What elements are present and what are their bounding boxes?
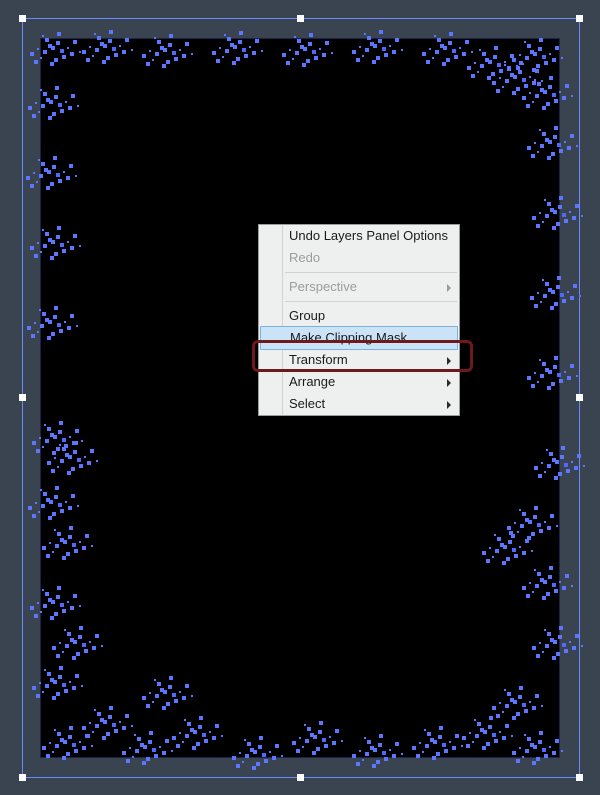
- redo-item: Redo: [259, 247, 459, 269]
- select-item[interactable]: Select: [259, 393, 459, 415]
- anchor-points-icon: [552, 458, 556, 462]
- menu-item-label: Arrange: [289, 374, 335, 389]
- submenu-arrow-icon: [447, 284, 451, 292]
- anchor-points-icon: [530, 50, 534, 54]
- submenu-arrow-icon: [447, 357, 451, 365]
- anchor-points-icon: [48, 44, 52, 48]
- anchor-points-icon: [250, 748, 254, 752]
- menu-item-label: Transform: [289, 352, 348, 367]
- selection-handle-right[interactable]: [576, 394, 583, 401]
- selection-handle-left[interactable]: [19, 394, 26, 401]
- make-clipping-mask-item[interactable]: Make Clipping Mask: [260, 326, 458, 350]
- anchor-points-icon: [525, 518, 529, 522]
- selection-handle-bottom[interactable]: [297, 774, 304, 781]
- anchor-points-icon: [140, 743, 144, 747]
- anchor-points-icon: [510, 698, 514, 702]
- menu-item-label: Make Clipping Mask: [290, 330, 407, 345]
- anchor-points-icon: [190, 728, 194, 732]
- anchor-points-icon: [160, 46, 164, 50]
- anchor-points-icon: [50, 433, 54, 437]
- context-menu-separator: [285, 301, 457, 302]
- selection-handle-bottom-right[interactable]: [576, 774, 583, 781]
- context-menu-separator: [285, 272, 457, 273]
- anchor-points-icon: [548, 288, 552, 292]
- anchor-points-icon: [46, 98, 50, 102]
- submenu-arrow-icon: [447, 379, 451, 387]
- anchor-points-icon: [510, 73, 514, 77]
- anchor-points-icon: [160, 688, 164, 692]
- undo-item[interactable]: Undo Layers Panel Options: [259, 225, 459, 247]
- anchor-points-icon: [45, 318, 49, 322]
- anchor-points-icon: [60, 538, 64, 542]
- anchor-points-icon: [50, 678, 54, 682]
- anchor-points-icon: [485, 58, 489, 62]
- anchor-points-icon: [100, 718, 104, 722]
- anchor-points-icon: [550, 638, 554, 642]
- anchor-points-icon: [440, 44, 444, 48]
- menu-item-label: Redo: [289, 250, 320, 265]
- submenu-arrow-icon: [447, 401, 451, 409]
- anchor-points-icon: [550, 208, 554, 212]
- anchor-points-icon: [60, 738, 64, 742]
- anchor-points-icon: [48, 598, 52, 602]
- anchor-points-icon: [65, 453, 69, 457]
- anchor-points-icon: [100, 42, 104, 46]
- anchor-points-icon: [46, 498, 50, 502]
- anchor-points-icon: [370, 42, 374, 46]
- anchor-points-icon: [530, 743, 534, 747]
- canvas-stage[interactable]: Undo Layers Panel Options Redo Perspecti…: [0, 0, 600, 795]
- anchor-points-icon: [44, 168, 48, 172]
- anchor-points-icon: [70, 638, 74, 642]
- anchor-points-icon: [370, 746, 374, 750]
- transform-item[interactable]: Transform: [259, 349, 459, 371]
- anchor-points-icon: [500, 543, 504, 547]
- anchor-points-icon: [480, 728, 484, 732]
- anchor-points-icon: [545, 368, 549, 372]
- selection-handle-top[interactable]: [297, 15, 304, 22]
- context-menu: Undo Layers Panel Options Redo Perspecti…: [258, 224, 460, 416]
- anchor-points-icon: [545, 138, 549, 142]
- arrange-item[interactable]: Arrange: [259, 371, 459, 393]
- anchor-points-icon: [48, 238, 52, 242]
- anchor-points-icon: [540, 578, 544, 582]
- perspective-item: Perspective: [259, 276, 459, 298]
- anchor-points-icon: [230, 43, 234, 47]
- menu-item-label: Undo Layers Panel Options: [289, 228, 448, 243]
- selection-handle-bottom-left[interactable]: [19, 774, 26, 781]
- anchor-points-icon: [540, 88, 544, 92]
- selection-handle-top-right[interactable]: [576, 15, 583, 22]
- group-item[interactable]: Group: [259, 305, 459, 327]
- anchor-points-icon: [310, 733, 314, 737]
- anchor-points-icon: [300, 45, 304, 49]
- menu-item-label: Group: [289, 308, 325, 323]
- menu-item-label: Perspective: [289, 279, 357, 294]
- menu-item-label: Select: [289, 396, 325, 411]
- anchor-points-icon: [430, 738, 434, 742]
- selection-handle-top-left[interactable]: [19, 15, 26, 22]
